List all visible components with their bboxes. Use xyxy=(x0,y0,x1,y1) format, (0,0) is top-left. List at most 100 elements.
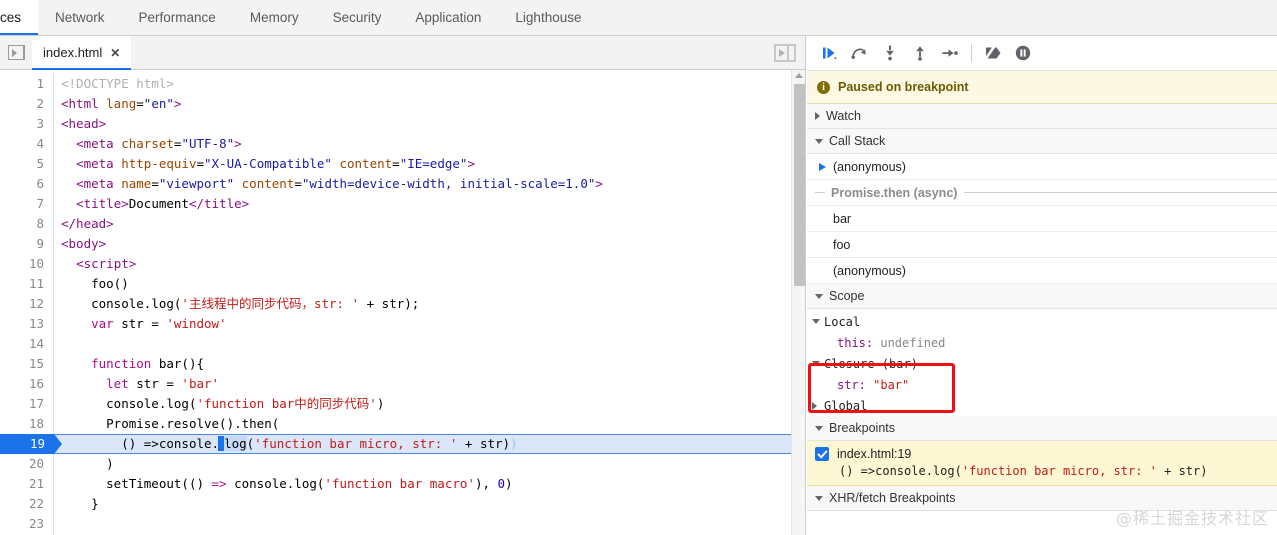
tab-sources-label: urces xyxy=(0,10,22,25)
selected-token: log xyxy=(224,436,247,451)
line-number[interactable]: 10 xyxy=(0,254,54,274)
call-stack-frame[interactable]: (anonymous) xyxy=(807,258,1277,284)
code-token: ) xyxy=(106,456,114,471)
scope-group[interactable]: Local xyxy=(807,311,1277,332)
editor-vertical-scrollbar[interactable] xyxy=(791,70,805,535)
split-editor-icon[interactable] xyxy=(765,36,805,69)
breakpoint-location: index.html:19 xyxy=(837,447,912,461)
tab-sources[interactable]: urces xyxy=(0,0,39,35)
scope-property[interactable]: this: undefined xyxy=(807,332,1277,353)
code-line: 17 console.log('function bar中的同步代码') xyxy=(0,394,805,414)
code-token: "viewport" xyxy=(158,176,235,191)
tab-performance-label: Performance xyxy=(138,10,216,25)
line-number[interactable]: 4 xyxy=(0,134,54,154)
code-token: ) xyxy=(376,396,385,411)
close-icon[interactable]: ✕ xyxy=(110,47,120,59)
line-number-breakpoint[interactable]: 19 xyxy=(0,434,54,454)
call-stack-frame[interactable]: Promise.then (async) xyxy=(807,180,1277,206)
navigator-toggle-icon[interactable] xyxy=(0,36,32,69)
line-number[interactable]: 21 xyxy=(0,474,54,494)
scope-group-label: Global xyxy=(824,398,868,413)
code-line: 18 Promise.resolve().then( xyxy=(0,414,805,434)
breakpoint-snippet: () =>console.log('function bar micro, st… xyxy=(815,464,1269,478)
code-line: 23 xyxy=(0,514,805,534)
code-token: > xyxy=(467,156,475,171)
step-icon[interactable] xyxy=(935,40,965,66)
code-line-text: ) xyxy=(54,454,114,474)
line-number[interactable]: 5 xyxy=(0,154,54,174)
line-number[interactable]: 17 xyxy=(0,394,54,414)
section-header-call-stack[interactable]: Call Stack xyxy=(807,129,1277,154)
line-number[interactable]: 22 xyxy=(0,494,54,514)
call-stack-frame[interactable]: bar xyxy=(807,206,1277,232)
tab-application[interactable]: Application xyxy=(398,0,498,35)
scope-group[interactable]: Global xyxy=(807,395,1277,416)
call-stack-frame[interactable]: foo xyxy=(807,232,1277,258)
section-header-breakpoints[interactable]: Breakpoints xyxy=(807,416,1277,441)
line-number[interactable]: 13 xyxy=(0,314,54,334)
line-number[interactable]: 9 xyxy=(0,234,54,254)
current-frame-arrow-glyph xyxy=(818,162,826,171)
line-number[interactable]: 18 xyxy=(0,414,54,434)
async-rule-right xyxy=(964,192,1277,193)
tab-security[interactable]: Security xyxy=(316,0,399,35)
section-header-watch[interactable]: Watch xyxy=(807,104,1277,129)
line-number[interactable]: 20 xyxy=(0,454,54,474)
line-number[interactable]: 6 xyxy=(0,174,54,194)
breakpoint-item[interactable]: index.html:19 () =>console.log('function… xyxy=(807,441,1277,486)
line-number[interactable]: 8 xyxy=(0,214,54,234)
line-number[interactable]: 12 xyxy=(0,294,54,314)
scope-group[interactable]: Closure (bar) xyxy=(807,353,1277,374)
tab-memory[interactable]: Memory xyxy=(233,0,316,35)
navigator-toggle-arrow xyxy=(11,48,17,57)
split-editor-glyph xyxy=(774,43,796,62)
debugger-sidebar: i Paused on breakpoint Watch Call Stack … xyxy=(807,36,1277,535)
tab-network[interactable]: Network xyxy=(38,0,122,35)
navigator-toggle-glyph xyxy=(7,45,25,60)
chevron-right-icon[interactable] xyxy=(812,401,824,410)
code-token: 'window' xyxy=(166,316,227,331)
line-number[interactable]: 2 xyxy=(0,94,54,114)
section-header-xhr-breakpoints[interactable]: XHR/fetch Breakpoints xyxy=(807,486,1277,511)
line-number[interactable]: 3 xyxy=(0,114,54,134)
code-editor[interactable]: 1 <!DOCTYPE html> 2 <html lang="en"> 3 <head>… xyxy=(0,70,805,535)
line-number[interactable]: 14 xyxy=(0,334,54,354)
watch-label: Watch xyxy=(826,109,861,123)
scrollbar-thumb[interactable] xyxy=(794,84,805,286)
code-token: <script> xyxy=(76,256,137,271)
code-token: "X-UA-Compatible" xyxy=(204,156,332,171)
scrollbar-up-arrow-icon[interactable] xyxy=(795,73,803,78)
code-line: 20 ) xyxy=(0,454,805,474)
pause-on-exceptions-icon[interactable] xyxy=(1008,40,1038,66)
step-out-icon[interactable] xyxy=(905,40,935,66)
tab-lighthouse[interactable]: Lighthouse xyxy=(498,0,598,35)
section-header-scope[interactable]: Scope xyxy=(807,284,1277,309)
line-number[interactable]: 23 xyxy=(0,514,54,534)
scope-property-value: undefined xyxy=(880,335,946,350)
chevron-down-icon[interactable] xyxy=(812,319,824,324)
resume-icon[interactable] xyxy=(815,40,845,66)
tab-performance[interactable]: Performance xyxy=(122,0,233,35)
step-into-icon[interactable] xyxy=(875,40,905,66)
chevron-down-icon[interactable] xyxy=(812,361,824,366)
scope-property[interactable]: str: "bar" xyxy=(807,374,1277,395)
line-number[interactable]: 16 xyxy=(0,374,54,394)
code-token: => xyxy=(211,476,227,491)
step-over-icon[interactable] xyxy=(845,40,875,66)
call-stack-frame[interactable]: (anonymous) xyxy=(807,154,1277,180)
line-number[interactable]: 11 xyxy=(0,274,54,294)
deactivate-breakpoints-icon[interactable] xyxy=(978,40,1008,66)
code-line: 1 <!DOCTYPE html> xyxy=(0,74,805,94)
disclosure-triangle xyxy=(812,319,820,324)
code-line-text: <meta http-equiv="X-UA-Compatible" conte… xyxy=(54,154,475,174)
chevron-down-icon xyxy=(815,293,823,299)
code-line-text: <html lang="en"> xyxy=(54,94,181,114)
line-number[interactable]: 1 xyxy=(0,74,54,94)
code-token: content xyxy=(339,156,393,171)
line-number[interactable]: 7 xyxy=(0,194,54,214)
code-line-text xyxy=(54,514,61,534)
line-number[interactable]: 15 xyxy=(0,354,54,374)
async-rule-left xyxy=(815,192,825,193)
breakpoint-checkbox[interactable] xyxy=(815,447,829,461)
file-tab-index-html[interactable]: index.html ✕ xyxy=(32,36,132,70)
